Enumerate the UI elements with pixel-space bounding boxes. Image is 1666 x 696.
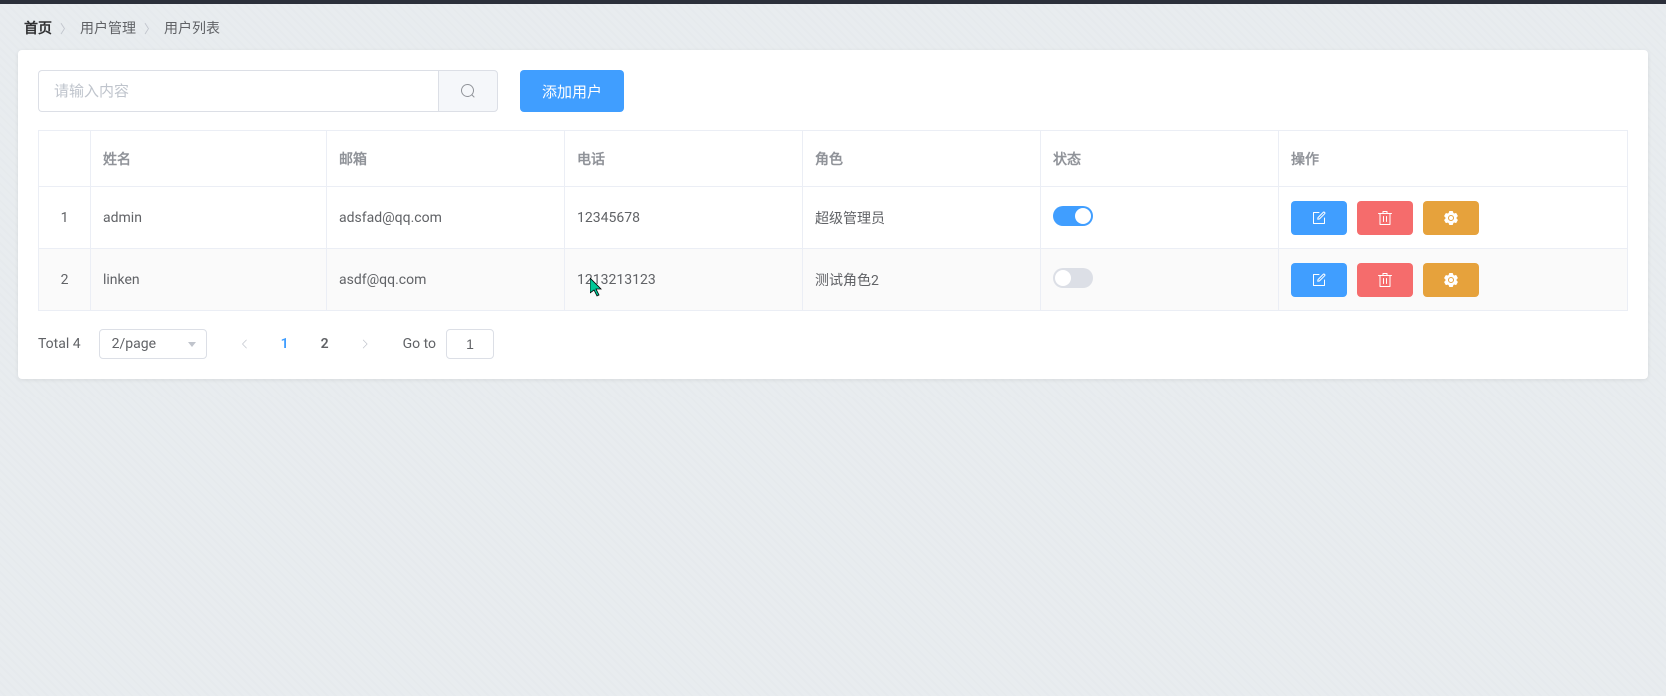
header-action: 操作 [1279, 131, 1628, 187]
cell-status [1041, 187, 1279, 249]
page-size-select[interactable]: 2/page [99, 329, 207, 359]
cell-phone: 12345678 [565, 187, 803, 249]
trash-icon [1377, 210, 1393, 226]
search-group [38, 70, 498, 112]
cell-name: linken [91, 249, 327, 311]
cell-phone: 1213213123 [565, 249, 803, 311]
header-index [39, 131, 91, 187]
goto-label: Go to [403, 336, 436, 352]
cell-email: asdf@qq.com [327, 249, 565, 311]
cell-email: adsfad@qq.com [327, 187, 565, 249]
page-nav: 12 [225, 329, 385, 359]
pagination: Total 4 2/page 12 Go to [38, 329, 1628, 359]
cell-name: admin [91, 187, 327, 249]
delete-button[interactable] [1357, 263, 1413, 297]
page-number[interactable]: 1 [265, 329, 305, 359]
table-row: 1 admin adsfad@qq.com 12345678 超级管理员 [39, 187, 1628, 249]
cell-index: 1 [39, 187, 91, 249]
page-number[interactable]: 2 [305, 329, 345, 359]
gear-icon [1443, 210, 1459, 226]
setting-button[interactable] [1423, 263, 1479, 297]
breadcrumb-user-mgmt[interactable]: 用户管理 [80, 18, 136, 38]
gear-icon [1443, 272, 1459, 288]
search-button[interactable] [438, 70, 498, 112]
table-header-row: 姓名 邮箱 电话 角色 状态 操作 [39, 131, 1628, 187]
header-phone: 电话 [565, 131, 803, 187]
search-input[interactable] [38, 70, 438, 112]
add-user-button[interactable]: 添加用户 [520, 70, 624, 112]
trash-icon [1377, 272, 1393, 288]
edit-icon [1311, 210, 1327, 226]
breadcrumb-separator-icon: 〉 [60, 20, 72, 37]
edit-icon [1311, 272, 1327, 288]
cell-role: 测试角色2 [803, 249, 1041, 311]
header-name: 姓名 [91, 131, 327, 187]
cell-status [1041, 249, 1279, 311]
header-role: 角色 [803, 131, 1041, 187]
user-table: 姓名 邮箱 电话 角色 状态 操作 1 admin adsfad@qq.com … [38, 130, 1628, 311]
cell-role: 超级管理员 [803, 187, 1041, 249]
goto-input[interactable] [446, 329, 494, 359]
status-toggle[interactable] [1053, 268, 1093, 288]
delete-button[interactable] [1357, 201, 1413, 235]
breadcrumb-home[interactable]: 首页 [24, 18, 52, 38]
goto-group: Go to [403, 329, 494, 359]
setting-button[interactable] [1423, 201, 1479, 235]
edit-button[interactable] [1291, 201, 1347, 235]
search-icon [460, 83, 476, 99]
page-next-button[interactable] [345, 329, 385, 359]
cell-action [1279, 187, 1628, 249]
edit-button[interactable] [1291, 263, 1347, 297]
chevron-left-icon [239, 338, 251, 350]
header-email: 邮箱 [327, 131, 565, 187]
page-prev-button[interactable] [225, 329, 265, 359]
table-row: 2 linken asdf@qq.com 1213213123 测试角色2 [39, 249, 1628, 311]
cell-action [1279, 249, 1628, 311]
pagination-total: Total 4 [38, 336, 81, 352]
breadcrumb-user-list: 用户列表 [164, 18, 220, 38]
breadcrumb-separator-icon: 〉 [144, 20, 156, 37]
header-status: 状态 [1041, 131, 1279, 187]
toolbar: 添加用户 [38, 70, 1628, 112]
content-card: 添加用户 姓名 邮箱 电话 角色 状态 操作 1 admin adsfad@qq… [18, 50, 1648, 379]
status-toggle[interactable] [1053, 206, 1093, 226]
chevron-right-icon [359, 338, 371, 350]
page-size-value: 2/page [112, 336, 156, 352]
breadcrumb: 首页 〉 用户管理 〉 用户列表 [0, 4, 1666, 50]
cell-index: 2 [39, 249, 91, 311]
